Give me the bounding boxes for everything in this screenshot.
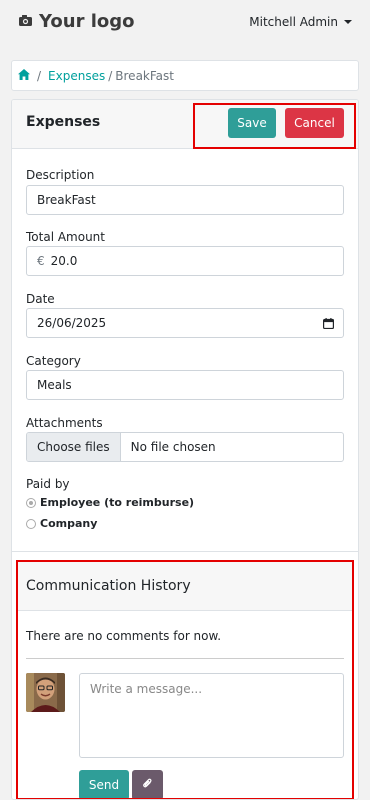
description-label: Description — [26, 168, 95, 182]
calendar-icon[interactable] — [323, 318, 335, 332]
breadcrumb-current: BreakFast — [115, 68, 174, 83]
description-input[interactable]: BreakFast — [26, 185, 344, 215]
logo[interactable]: Your logo — [18, 11, 135, 32]
amount-value: 20.0 — [50, 254, 78, 268]
top-navbar: Your logo Mitchell Admin — [0, 0, 370, 44]
home-icon[interactable] — [18, 68, 30, 83]
radio-company-label: Company — [40, 517, 98, 530]
radio-company[interactable] — [26, 518, 36, 529]
breadcrumb-separator: / — [108, 68, 113, 83]
category-label: Category — [26, 354, 81, 368]
description-value: BreakFast — [37, 193, 96, 207]
breadcrumb-separator: / — [37, 68, 42, 83]
currency-symbol: € — [37, 254, 45, 268]
date-label: Date — [26, 292, 55, 306]
category-value: Meals — [37, 378, 72, 392]
form-title: Expenses — [26, 114, 101, 130]
caret-down-icon — [344, 20, 352, 24]
radio-employee-label: Employee (to reimburse) — [40, 496, 195, 509]
file-status: No file chosen — [130, 440, 216, 454]
user-menu[interactable]: Mitchell Admin — [249, 15, 352, 29]
category-select[interactable]: Meals — [26, 370, 344, 400]
breadcrumb: / Expenses / BreakFast — [11, 60, 359, 91]
logo-text: Your logo — [39, 11, 135, 32]
amount-input[interactable]: € 20.0 — [26, 246, 344, 276]
save-button[interactable]: Save — [228, 108, 276, 138]
paid-by-company-option[interactable]: Company — [26, 517, 97, 530]
communication-highlight-box — [16, 560, 354, 799]
expense-form-card: Expenses Save Cancel Description BreakFa… — [11, 99, 359, 800]
attachments-file-input[interactable]: Choose files No file chosen — [26, 432, 344, 462]
user-name: Mitchell Admin — [249, 15, 338, 29]
paid-by-label: Paid by — [26, 477, 70, 491]
amount-label: Total Amount — [26, 230, 105, 244]
choose-files-button[interactable]: Choose files — [27, 433, 121, 461]
cancel-button[interactable]: Cancel — [285, 108, 344, 138]
attachments-label: Attachments — [26, 416, 103, 430]
radio-employee[interactable] — [26, 497, 36, 508]
section-divider — [12, 551, 358, 552]
breadcrumb-link-expenses[interactable]: Expenses — [48, 69, 105, 83]
paid-by-employee-option[interactable]: Employee (to reimburse) — [26, 496, 194, 509]
date-input[interactable]: 26/06/2025 — [26, 308, 344, 338]
camera-icon — [18, 12, 33, 31]
date-value: 26/06/2025 — [37, 316, 107, 330]
